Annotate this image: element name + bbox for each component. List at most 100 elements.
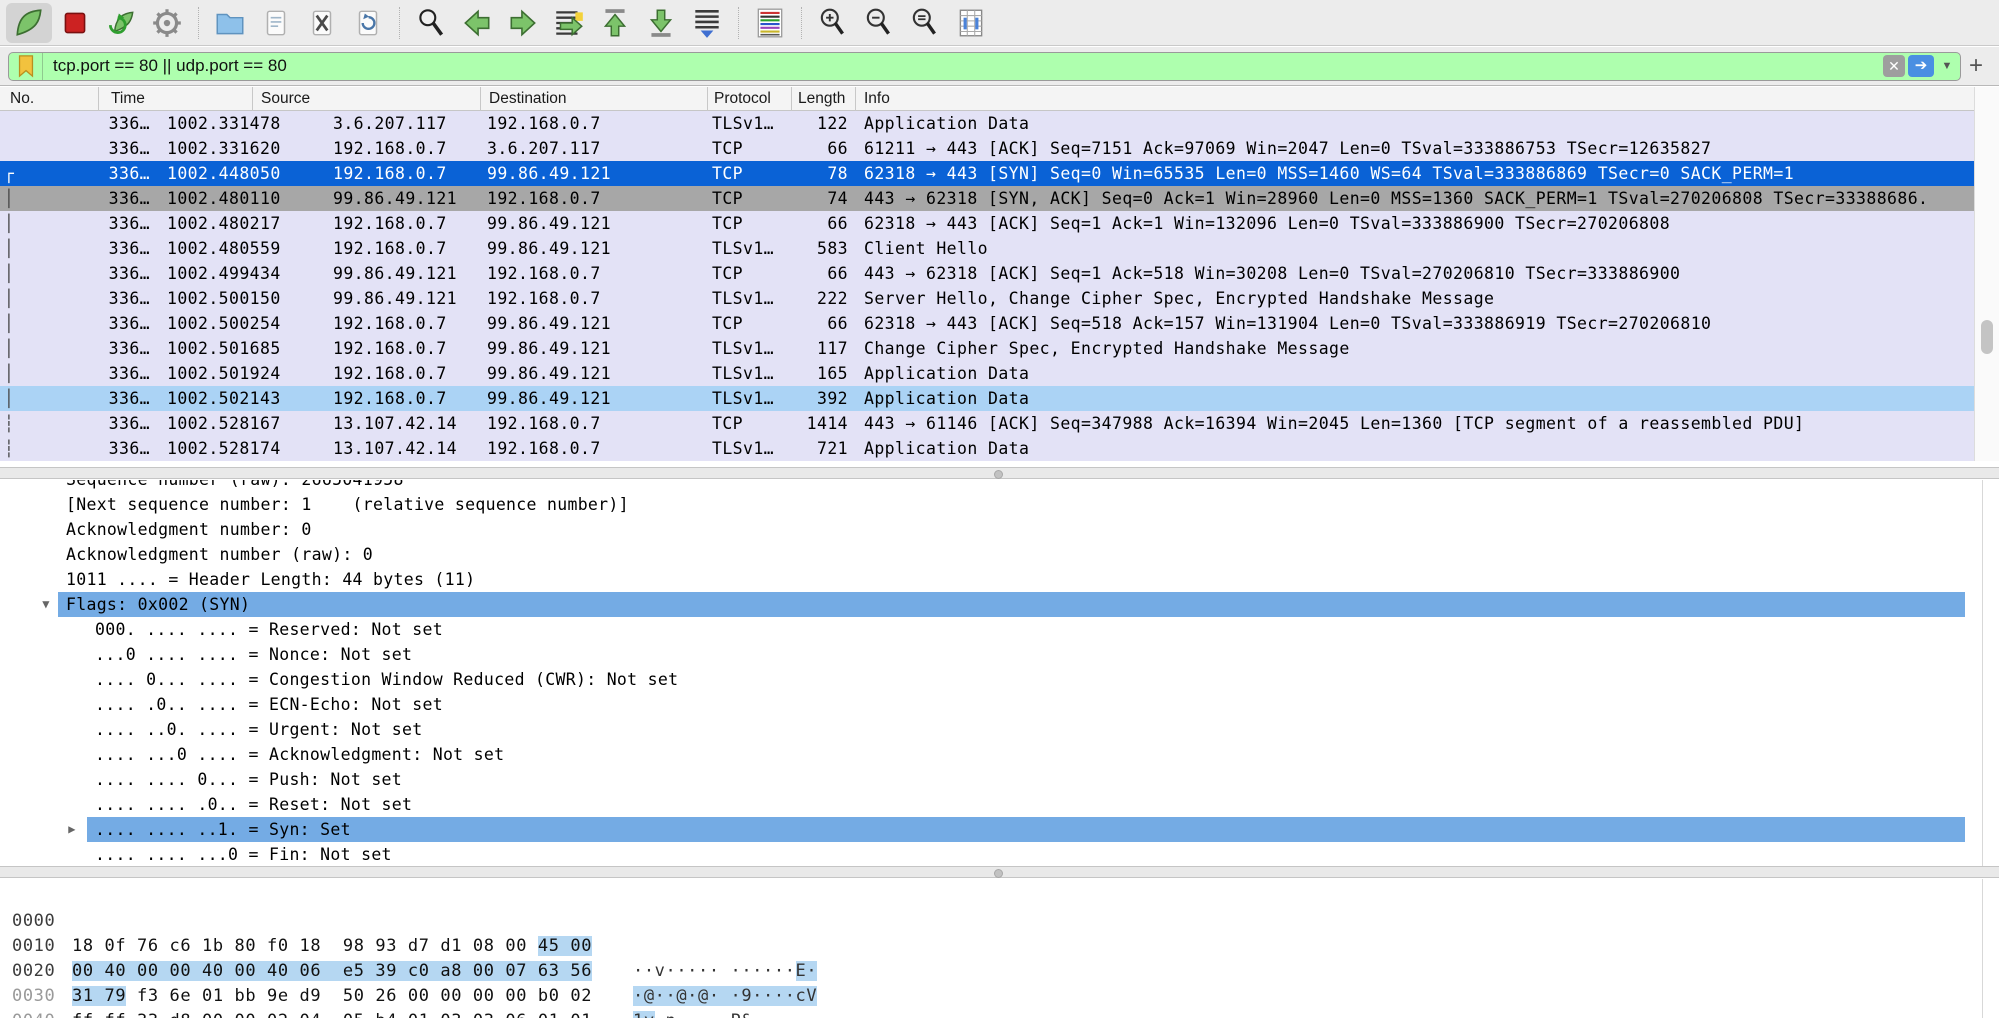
detail-line[interactable]: ...0 .... .... = Nonce: Not set xyxy=(0,642,1983,667)
go-to-packet-button[interactable] xyxy=(546,3,592,43)
hex-ascii: 1y·n···· P&······ xyxy=(633,1009,817,1018)
cell-info: Application Data xyxy=(864,111,1974,136)
detail-line[interactable]: 000. .... .... = Reserved: Not set xyxy=(0,617,1983,642)
cell-info: 443 → 62318 [SYN, ACK] Seq=0 Ack=1 Win=2… xyxy=(864,186,1974,211)
table-row[interactable]: │ 336… 1002.480217 192.168.0.7 99.86.49.… xyxy=(0,211,1974,236)
detail-line-text: .... 0... .... = Congestion Window Reduc… xyxy=(95,667,678,692)
open-file-button[interactable] xyxy=(207,3,253,43)
auto-scroll-button[interactable] xyxy=(684,3,730,43)
hex-row[interactable]: 0040 08 0a 13 e6 b5 95 00 00 00 00 04 02… xyxy=(0,984,1999,1009)
table-row[interactable]: │ 336… 1002.502143 192.168.0.7 99.86.49.… xyxy=(0,386,1974,411)
column-header-no[interactable]: No. xyxy=(0,87,99,111)
expand-arrow-icon[interactable]: ▶ xyxy=(64,817,80,842)
column-header-info[interactable]: Info xyxy=(856,87,1999,111)
detail-line[interactable]: .... .... ...0 = Fin: Not set xyxy=(0,842,1983,866)
cell-protocol: TLSv1… xyxy=(712,286,782,311)
table-row[interactable]: │ 336… 1002.480110 99.86.49.121 192.168.… xyxy=(0,186,1974,211)
table-row[interactable]: │ 336… 1002.500254 192.168.0.7 99.86.49.… xyxy=(0,311,1974,336)
detail-line[interactable]: ▼ Flags: 0x002 (SYN) xyxy=(0,592,1983,617)
cell-source: 13.107.42.14 xyxy=(333,411,483,436)
go-last-packet-button[interactable] xyxy=(638,3,684,43)
table-row[interactable]: 336… 1002.331620 192.168.0.7 3.6.207.117… xyxy=(0,136,1974,161)
capture-options-button[interactable] xyxy=(144,3,190,43)
column-header-time[interactable]: Time xyxy=(99,87,253,111)
column-header-protocol[interactable]: Protocol xyxy=(708,87,792,111)
detail-line-text: .... .... ..1. = Syn: Set xyxy=(87,817,1965,842)
hex-row[interactable]: 0030 ff ff 33 d8 00 00 02 04 05 b4 01 03… xyxy=(0,959,1999,984)
hex-scroll-track[interactable] xyxy=(1982,879,1983,1018)
detail-line[interactable]: [Next sequence number: 1 (relative seque… xyxy=(0,492,1983,517)
reload-document-icon xyxy=(351,6,385,40)
table-row[interactable]: 336… 1002.331478 3.6.207.117 192.168.0.7… xyxy=(0,111,1974,136)
detail-line[interactable]: .... .0.. .... = ECN-Echo: Not set xyxy=(0,692,1983,717)
zoom-original-button[interactable] xyxy=(902,3,948,43)
cell-time: 1002.501924 xyxy=(167,361,307,386)
cell-time: 1002.528174 xyxy=(167,436,307,461)
table-row[interactable]: │ 336… 1002.501924 192.168.0.7 99.86.49.… xyxy=(0,361,1974,386)
pane-splitter[interactable] xyxy=(0,467,1999,479)
cell-source: 192.168.0.7 xyxy=(333,386,483,411)
detail-line[interactable]: .... ..0. .... = Urgent: Not set xyxy=(0,717,1983,742)
column-header-length[interactable]: Length xyxy=(792,87,856,111)
detail-line[interactable]: Acknowledgment number: 0 xyxy=(0,517,1983,542)
detail-line[interactable]: .... ...0 .... = Acknowledgment: Not set xyxy=(0,742,1983,767)
table-row[interactable]: ┆ 336… 1002.528167 13.107.42.14 192.168.… xyxy=(0,411,1974,436)
colorize-packets-button[interactable] xyxy=(747,3,793,43)
filter-dropdown-chevron[interactable]: ▼ xyxy=(1938,60,1956,72)
detail-line[interactable]: Sequence number (raw): 2665041958 xyxy=(0,480,1983,492)
zoom-in-button[interactable] xyxy=(810,3,856,43)
table-row[interactable]: │ 336… 1002.500150 99.86.49.121 192.168.… xyxy=(0,286,1974,311)
start-capture-button[interactable] xyxy=(6,3,52,43)
detail-line[interactable]: Acknowledgment number (raw): 0 xyxy=(0,542,1983,567)
table-row[interactable]: │ 336… 1002.480559 192.168.0.7 99.86.49.… xyxy=(0,236,1974,261)
zoom-original-icon xyxy=(908,6,942,40)
save-file-button[interactable] xyxy=(253,3,299,43)
close-file-button[interactable] xyxy=(299,3,345,43)
hex-row[interactable]: 0010 00 40 00 00 40 00 40 06 e5 39 c0 a8… xyxy=(0,909,1999,934)
toolbar-separator xyxy=(198,7,199,39)
hex-row[interactable]: 0020 31 79 f3 6e 01 bb 9e d9 50 26 00 00… xyxy=(0,934,1999,959)
detail-scroll-track[interactable] xyxy=(1982,480,1983,866)
cell-no: 336… xyxy=(20,336,150,361)
detail-line[interactable]: 1011 .... = Header Length: 44 bytes (11) xyxy=(0,567,1983,592)
pane-splitter[interactable] xyxy=(0,866,1999,878)
go-back-button[interactable] xyxy=(454,3,500,43)
display-filter-field[interactable]: ✕ ➔ ▼ xyxy=(8,52,1961,81)
table-row[interactable]: │ 336… 1002.501685 192.168.0.7 99.86.49.… xyxy=(0,336,1974,361)
table-row[interactable]: ┆ 336… 1002.528174 13.107.42.14 192.168.… xyxy=(0,436,1974,461)
go-first-packet-button[interactable] xyxy=(592,3,638,43)
zoom-out-icon xyxy=(862,6,896,40)
detail-line[interactable]: .... .... .0.. = Reset: Not set xyxy=(0,792,1983,817)
conversation-mark: │ xyxy=(0,311,20,336)
detail-line[interactable]: .... .... 0... = Push: Not set xyxy=(0,767,1983,792)
bookmark-icon[interactable] xyxy=(9,53,43,80)
cell-length: 392 xyxy=(782,386,848,411)
packet-rows: 336… 1002.331478 3.6.207.117 192.168.0.7… xyxy=(0,111,1974,461)
hex-row[interactable]: 0000 18 0f 76 c6 1b 80 f0 18 98 93 d7 d1… xyxy=(0,884,1999,909)
filter-clear-button[interactable]: ✕ xyxy=(1883,55,1905,77)
column-header-destination[interactable]: Destination xyxy=(481,87,708,111)
find-packet-button[interactable] xyxy=(408,3,454,43)
filter-apply-button[interactable]: ➔ xyxy=(1908,55,1934,77)
packet-list-scrollbar[interactable] xyxy=(1974,87,1999,461)
cell-length: 66 xyxy=(782,136,848,161)
column-header-source[interactable]: Source xyxy=(253,87,481,111)
display-filter-input[interactable] xyxy=(43,53,1883,80)
cell-info: Application Data xyxy=(864,361,1974,386)
stop-capture-button[interactable] xyxy=(52,3,98,43)
detail-line[interactable]: ▶ .... .... ..1. = Syn: Set xyxy=(0,817,1983,842)
conversation-mark: │ xyxy=(0,186,20,211)
table-row[interactable]: │ 336… 1002.499434 99.86.49.121 192.168.… xyxy=(0,261,1974,286)
reload-file-button[interactable] xyxy=(345,3,391,43)
conversation-mark: │ xyxy=(0,236,20,261)
cell-info: 62318 → 443 [ACK] Seq=1 Ack=1 Win=132096… xyxy=(864,211,1974,236)
scrollbar-thumb[interactable] xyxy=(1981,320,1993,354)
resize-columns-button[interactable] xyxy=(948,3,994,43)
detail-line[interactable]: .... 0... .... = Congestion Window Reduc… xyxy=(0,667,1983,692)
table-row[interactable]: ┌ 336… 1002.448050 192.168.0.7 99.86.49.… xyxy=(0,161,1974,186)
expand-arrow-icon[interactable]: ▼ xyxy=(38,592,54,617)
zoom-out-button[interactable] xyxy=(856,3,902,43)
go-forward-button[interactable] xyxy=(500,3,546,43)
filter-add-button[interactable]: + xyxy=(1961,52,1991,80)
restart-capture-button[interactable] xyxy=(98,3,144,43)
